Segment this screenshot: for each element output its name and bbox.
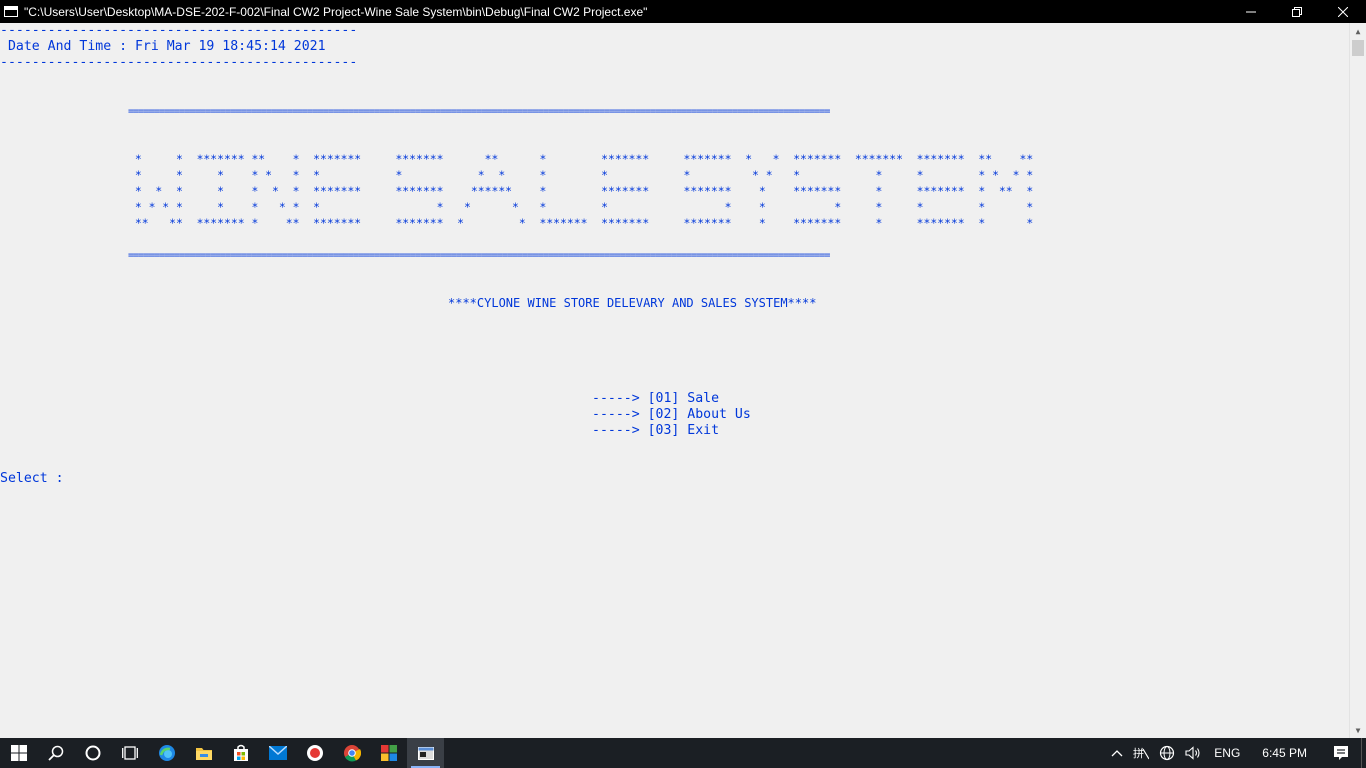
taskbar: 拼 ENG 6:45 PM (0, 738, 1366, 768)
svg-text:拼: 拼 (1133, 746, 1144, 760)
vertical-scrollbar[interactable]: ▲ ▼ (1349, 23, 1366, 738)
chevron-up-icon (1111, 750, 1123, 757)
search-icon (47, 745, 63, 761)
scroll-down-arrow[interactable]: ▼ (1350, 722, 1366, 738)
volume-button[interactable] (1180, 738, 1206, 768)
console-output[interactable]: ----------------------------------------… (0, 23, 1349, 738)
system-subtitle: ****CYLONE WINE STORE DELEVARY AND SALES… (448, 296, 817, 310)
mail-icon (268, 746, 287, 760)
start-button[interactable] (0, 738, 37, 768)
chrome-button[interactable] (333, 738, 370, 768)
console-taskbar-button[interactable] (407, 738, 444, 768)
file-explorer-icon (195, 748, 212, 760)
restore-icon (1292, 6, 1302, 17)
banner-rule-top: ========================================… (128, 106, 830, 117)
cortana-button[interactable] (74, 738, 111, 768)
action-center-button[interactable] (1321, 738, 1361, 768)
scroll-up-arrow[interactable]: ▲ (1350, 23, 1366, 39)
window-title: "C:\Users\User\Desktop\MA-DSE-202-F-002\… (24, 4, 648, 19)
store-button[interactable] (222, 738, 259, 768)
banner-art-line: * * ******* ** * ******* ******* ** * **… (128, 152, 1034, 166)
file-explorer-button[interactable] (185, 738, 222, 768)
show-desktop-button[interactable] (1361, 738, 1366, 768)
banner-art-line: * * * * * * * ******* ******* ****** * *… (128, 184, 1034, 198)
menu-item-exit: -----> [03] Exit (592, 423, 720, 438)
record-button[interactable] (296, 738, 333, 768)
task-view-icon (121, 746, 138, 760)
app-button[interactable] (370, 738, 407, 768)
input-method-icon: 拼 (1133, 746, 1150, 760)
edge-button[interactable] (148, 738, 185, 768)
cortana-icon (85, 745, 100, 761)
select-prompt[interactable]: Select : (0, 471, 64, 487)
show-hidden-icons-button[interactable] (1106, 738, 1128, 768)
globe-icon (1160, 745, 1175, 761)
minimize-button[interactable] (1228, 0, 1274, 23)
minimize-icon (1246, 11, 1256, 12)
notification-icon (1334, 746, 1348, 760)
banner-art-line: ** ** ******* * ** ******* ******* * * *… (128, 216, 1034, 230)
datetime-separator-top: ----------------------------------------… (0, 23, 358, 38)
window-title-bar[interactable]: "C:\Users\User\Desktop\MA-DSE-202-F-002\… (0, 0, 1366, 23)
mail-button[interactable] (259, 738, 296, 768)
menu-item-sale: -----> [01] Sale (592, 391, 720, 406)
task-view-button[interactable] (111, 738, 148, 768)
banner-rule-bottom: ========================================… (128, 250, 830, 261)
chrome-icon (343, 745, 361, 762)
console-icon (417, 746, 434, 760)
close-button[interactable] (1320, 0, 1366, 23)
system-tray: 拼 ENG 6:45 PM (1106, 738, 1366, 768)
close-icon (1338, 6, 1348, 17)
input-indicator-button[interactable]: 拼 (1128, 738, 1154, 768)
record-icon (306, 745, 323, 761)
start-icon (10, 745, 27, 761)
clock[interactable]: 6:45 PM (1248, 738, 1321, 768)
datetime-separator-bottom: ----------------------------------------… (0, 55, 358, 70)
speaker-icon (1185, 746, 1200, 760)
banner-art-line: * * * * * * * * * * * * * * * * * * * * … (128, 168, 1034, 182)
banner-art-line: * * * * * * * * * * * * * * * * * * * * … (128, 200, 1034, 214)
console-window-icon[interactable] (4, 6, 18, 17)
restore-button[interactable] (1274, 0, 1320, 23)
language-indicator[interactable]: ENG (1206, 738, 1248, 768)
datetime-line: Date And Time : Fri Mar 19 18:45:14 2021 (0, 39, 326, 54)
edge-icon (158, 745, 175, 761)
search-button[interactable] (37, 738, 74, 768)
store-icon (233, 744, 248, 761)
app-icon (380, 745, 397, 761)
menu-item-about-us: -----> [02] About Us (592, 407, 751, 422)
scroll-thumb[interactable] (1352, 40, 1364, 56)
window-controls (1228, 0, 1366, 23)
network-button[interactable] (1154, 738, 1180, 768)
